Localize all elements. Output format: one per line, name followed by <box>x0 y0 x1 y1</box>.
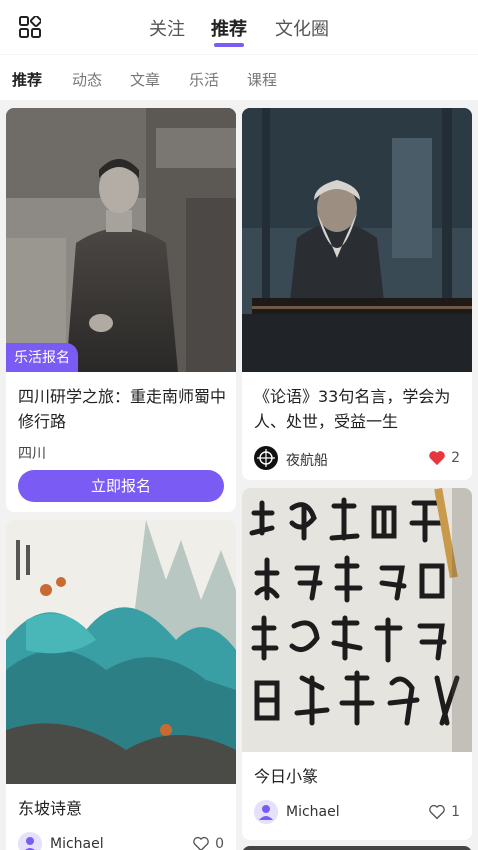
like-count: 0 <box>215 836 224 850</box>
card-image-confucius-guqin[interactable] <box>242 108 472 372</box>
card-title: 今日小篆 <box>254 767 319 786</box>
card-title: 《论语》33句名言，学会为人、处世，受益一生 <box>254 387 451 431</box>
activity-badge: 乐活报名 <box>6 343 78 372</box>
subtab-moments[interactable]: 动态 <box>72 69 102 90</box>
tab-recommended[interactable]: 推荐 <box>211 15 247 41</box>
user-avatar-icon[interactable] <box>254 800 278 824</box>
card-title: 东坡诗意 <box>18 799 83 818</box>
heart-icon <box>429 451 445 466</box>
subtab-articles[interactable]: 文章 <box>130 69 160 90</box>
author-row: Michael 1 <box>254 800 460 826</box>
user-avatar-icon[interactable] <box>18 832 42 850</box>
subtab-courses[interactable]: 课程 <box>247 69 277 90</box>
card-image-landscape-painting[interactable] <box>6 520 236 784</box>
author-name[interactable]: Michael <box>50 836 104 850</box>
like-count: 2 <box>451 450 460 466</box>
heart-icon <box>429 804 445 820</box>
card-title: 四川研学之旅：重走南师蜀中修行路 <box>18 387 227 431</box>
subtab-recommended[interactable]: 推荐 <box>12 69 42 90</box>
card-image-calligraphy[interactable] <box>242 488 472 752</box>
card-location: 四川 <box>18 446 46 462</box>
like-button[interactable]: 1 <box>424 803 460 823</box>
feed-card-seal-script[interactable]: 今日小篆 Michael 1 <box>242 488 472 840</box>
heart-icon <box>193 836 209 850</box>
feed-card-analects[interactable]: 《论语》33句名言，学会为人、处世，受益一生 夜航船 2 <box>242 108 472 480</box>
like-button[interactable]: 2 <box>424 449 460 469</box>
sub-nav-bar: 推荐 动态 文章 乐活 课程 <box>0 54 478 100</box>
signup-button[interactable]: 立即报名 <box>18 470 224 502</box>
tab-following[interactable]: 关注 <box>149 15 185 41</box>
feed-card-study-tour[interactable]: 乐活报名 四川研学之旅：重走南师蜀中修行路 四川 立即报名 <box>6 108 236 512</box>
ship-logo-icon[interactable] <box>254 446 278 470</box>
author-name[interactable]: Michael <box>286 804 340 820</box>
like-count: 1 <box>451 804 460 820</box>
feed-card-partial[interactable] <box>242 846 472 850</box>
author-row: Michael 0 <box>18 832 224 850</box>
author-row: 夜航船 2 <box>254 446 460 472</box>
feed-card-dongpo-poetry[interactable]: 东坡诗意 Michael 0 <box>6 520 236 850</box>
subtab-leisure[interactable]: 乐活 <box>189 69 219 90</box>
card-image-historical-portrait[interactable]: 乐活报名 <box>6 108 236 372</box>
active-tab-indicator <box>214 43 244 47</box>
like-button[interactable]: 0 <box>188 835 224 850</box>
top-nav-bar: 关注 推荐 文化圈 <box>0 0 478 54</box>
tab-culture-circle[interactable]: 文化圈 <box>275 15 329 41</box>
author-name[interactable]: 夜航船 <box>286 450 328 470</box>
